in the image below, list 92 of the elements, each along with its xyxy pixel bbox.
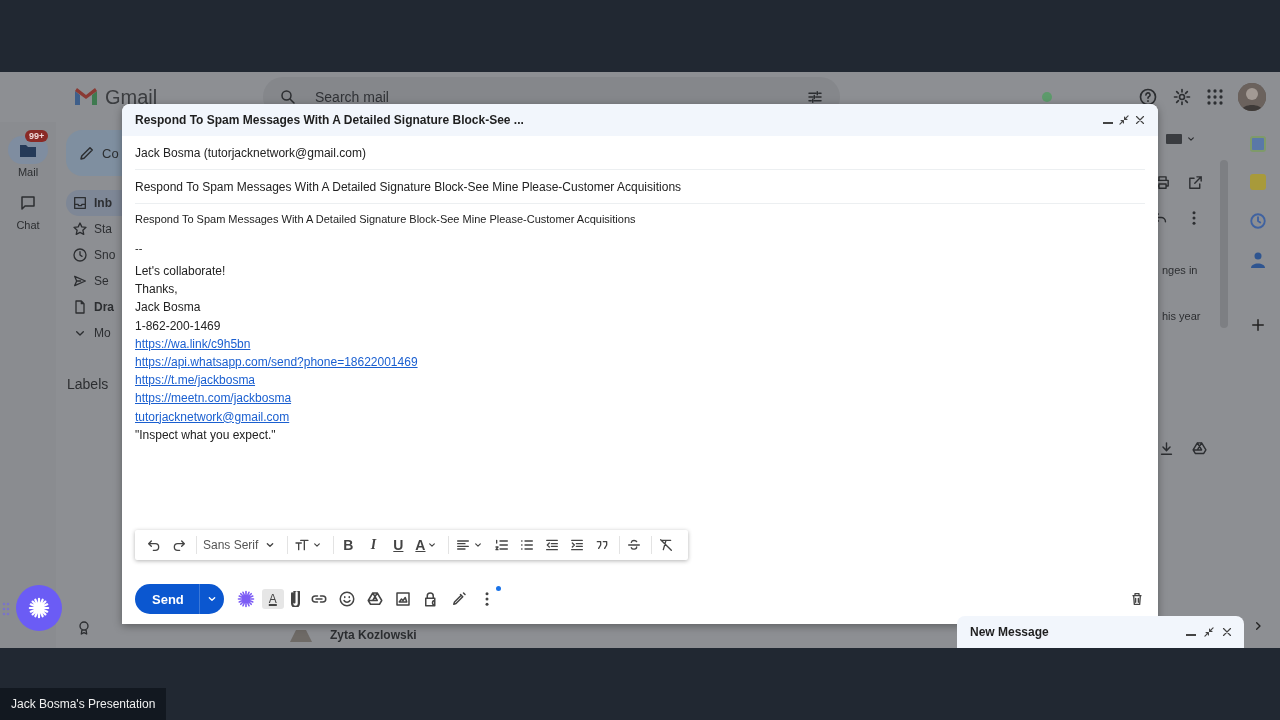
close-button[interactable] xyxy=(1220,625,1234,639)
numbered-list-icon xyxy=(494,537,511,553)
text-color-button[interactable]: A xyxy=(412,533,443,557)
indent-more-icon xyxy=(569,537,586,553)
signature-link[interactable]: https://api.whatsapp.com/send?phone=18622001469 xyxy=(135,353,418,372)
minimize-icon xyxy=(1103,122,1113,124)
signature-link[interactable]: https://t.me/jackbosma xyxy=(135,371,256,390)
nav-item[interactable]: Sta xyxy=(66,216,122,242)
grid-icon xyxy=(1206,88,1224,106)
help-button[interactable] xyxy=(1138,87,1158,107)
download-icon xyxy=(1158,440,1175,457)
presenter-label: Jack Bosma's Presentation xyxy=(0,688,167,720)
signature-line: Jack Bosma xyxy=(135,299,201,317)
underline-button[interactable]: U xyxy=(387,533,410,557)
pencil-icon xyxy=(78,144,96,162)
badge-icon xyxy=(76,620,92,636)
signature-line: 1-862-200-1469 xyxy=(135,317,221,335)
search-icon xyxy=(279,88,297,106)
signature-line: "Inspect what you expect." xyxy=(135,426,276,444)
sparkle-icon xyxy=(236,590,255,608)
chat-icon xyxy=(19,194,37,212)
plus-icon xyxy=(1249,316,1267,334)
labels-heading: Labels xyxy=(67,376,109,392)
mail-icon xyxy=(19,142,37,158)
apps-button[interactable] xyxy=(1206,88,1224,106)
help-icon xyxy=(1138,87,1158,107)
nav-item[interactable]: Dra xyxy=(66,294,122,320)
settings-button[interactable] xyxy=(1172,87,1192,107)
avatar[interactable] xyxy=(1238,83,1266,111)
drive-icon xyxy=(365,590,384,608)
rail-item[interactable]: 99+ Mail xyxy=(4,129,52,178)
exit-fullscreen-icon xyxy=(1117,113,1131,127)
star-icon xyxy=(72,221,88,237)
open-new-window-icon xyxy=(1187,174,1204,191)
signature-line: Let's collaborate! xyxy=(135,263,226,280)
signature-link[interactable]: tutorjacknetwork@gmail.com xyxy=(135,407,290,426)
undo-icon xyxy=(146,537,162,553)
emoji-icon xyxy=(337,590,356,608)
signature-line: Thanks, xyxy=(135,281,178,299)
paperclip-icon xyxy=(290,591,300,607)
nav-item[interactable]: Sno xyxy=(66,242,122,268)
signature-link[interactable]: https://wa.link/c9h5bn xyxy=(135,334,251,353)
body-text: Respond To Spam Messages With A Detailed Signature Block-See Mine Please-Customer Acquisitions xyxy=(135,213,636,225)
drag-handle-icon[interactable] xyxy=(2,602,10,616)
bulleted-list-icon xyxy=(519,537,536,553)
drive-icon xyxy=(1191,440,1208,457)
gmail-logo-icon xyxy=(73,87,99,107)
rail-item[interactable]: Chat xyxy=(4,182,52,231)
indent-less-icon xyxy=(544,537,561,553)
formatting-button[interactable]: A xyxy=(261,589,284,609)
minimize-icon xyxy=(1186,634,1196,636)
sender-name: Zyta Kozlowski xyxy=(330,628,417,642)
gmail-wordmark: Gmail xyxy=(105,85,158,109)
send-icon xyxy=(72,273,88,289)
exit-fullscreen-button[interactable] xyxy=(1116,113,1132,127)
inbox-icon xyxy=(72,195,88,211)
photo-icon xyxy=(393,590,412,608)
signature-separator: -- xyxy=(135,242,143,254)
clear-formatting-icon xyxy=(658,537,675,553)
text-size-icon xyxy=(294,537,311,553)
close-icon xyxy=(1220,625,1234,639)
expand-button[interactable] xyxy=(1202,625,1216,639)
nav-item[interactable]: Mo xyxy=(66,320,122,346)
file-icon xyxy=(72,299,88,315)
bold-button[interactable]: B xyxy=(337,533,360,557)
subject-field[interactable]: Respond To Spam Messages With A Detailed Signature Block-See Mine Please-Customer Acquisitions xyxy=(135,179,682,194)
settings-icon xyxy=(1172,87,1192,107)
send-button[interactable]: Send xyxy=(135,584,199,614)
align-icon xyxy=(455,537,472,553)
unread-badge: 99+ xyxy=(25,130,49,142)
compose-button[interactable]: Co xyxy=(66,130,122,176)
filter-icon xyxy=(806,88,824,106)
sparkle-icon xyxy=(28,597,50,619)
signature-link[interactable]: https://meetn.com/jackbosma xyxy=(135,389,292,408)
close-icon xyxy=(1133,113,1147,127)
font-dropdown[interactable]: Sans Serif xyxy=(200,533,282,557)
nav-item[interactable]: Inb xyxy=(66,190,122,216)
send-options-button[interactable] xyxy=(198,584,224,614)
snippet-text: his year xyxy=(1161,310,1201,322)
minimized-compose[interactable]: New Message xyxy=(957,616,1244,648)
trash-icon xyxy=(1129,591,1145,607)
from-field[interactable]: Jack Bosma (tutorjacknetwork@gmail.com) xyxy=(135,145,366,160)
snippet-text: nges in xyxy=(1161,264,1198,276)
strikethrough-icon xyxy=(626,537,643,553)
discard-button[interactable] xyxy=(1129,591,1145,607)
redo-icon xyxy=(171,537,187,553)
exit-fullscreen-icon xyxy=(1202,625,1216,639)
minimized-title: New Message xyxy=(970,625,1050,639)
clock-icon xyxy=(72,247,88,263)
italic-button[interactable]: I xyxy=(362,533,385,557)
nav-item[interactable]: Se xyxy=(66,268,122,294)
status-dot[interactable] xyxy=(1042,92,1052,102)
